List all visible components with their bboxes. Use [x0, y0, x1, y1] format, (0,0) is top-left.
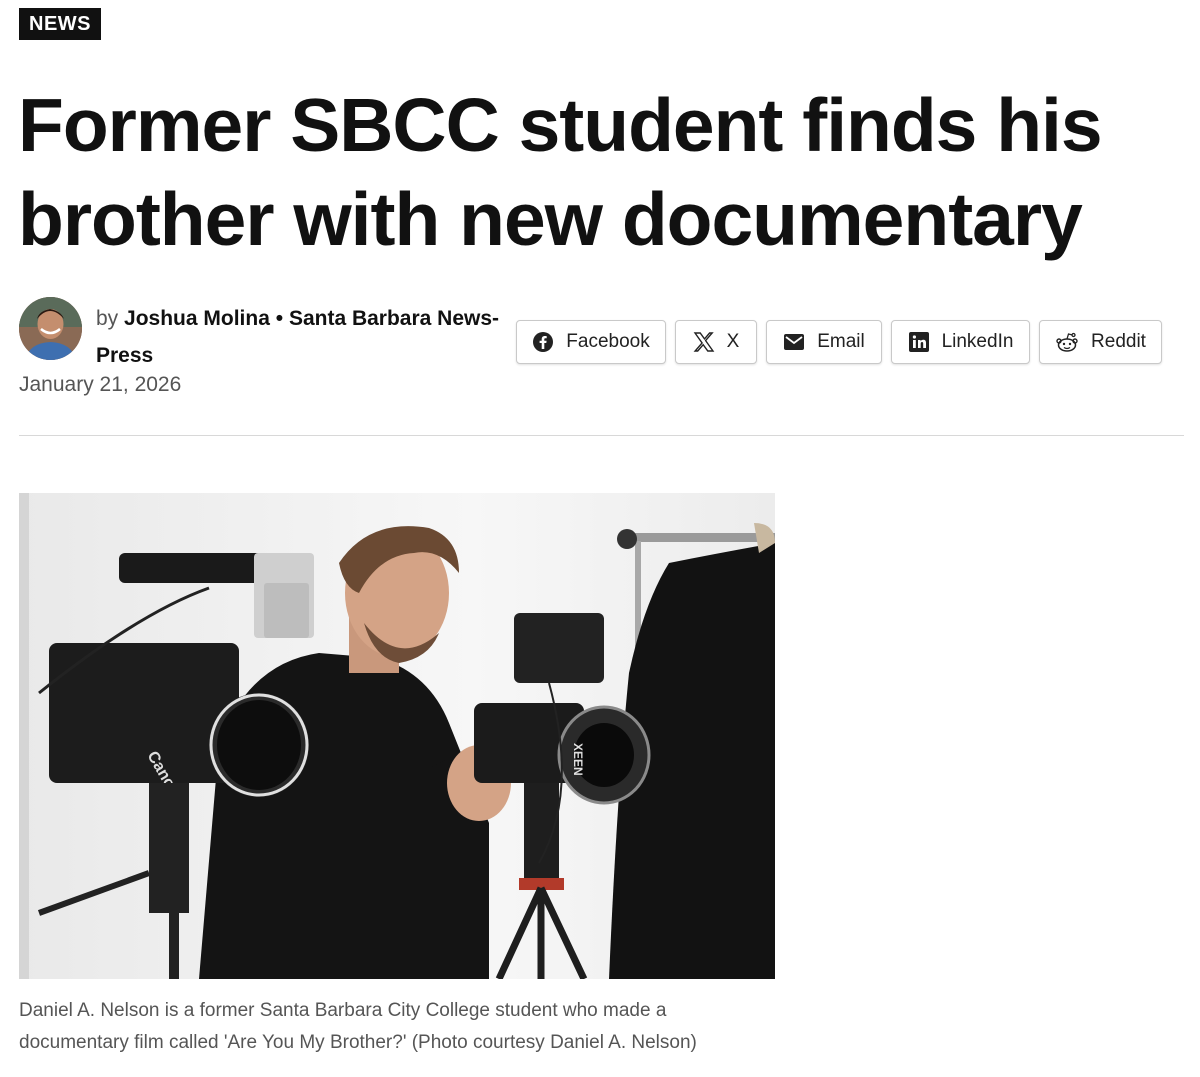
share-label: Email	[817, 331, 865, 352]
share-label: Facebook	[566, 331, 650, 352]
author-photo	[19, 297, 82, 360]
author-link[interactable]: Joshua Molina	[124, 307, 270, 330]
share-x-button[interactable]: X	[675, 320, 757, 364]
divider	[19, 435, 1184, 436]
facebook-icon	[532, 331, 554, 353]
photo-illustration: Canon XEEN	[19, 493, 775, 979]
byline-separator: •	[275, 307, 284, 330]
photo-caption: Daniel A. Nelson is a former Santa Barba…	[19, 1000, 697, 1053]
article-photo[interactable]: Canon XEEN	[19, 493, 775, 979]
x-icon	[693, 332, 715, 352]
category-badge[interactable]: NEWS	[19, 8, 101, 40]
linkedin-icon	[908, 331, 930, 353]
lens-brand-label: XEEN	[571, 743, 585, 776]
email-icon	[783, 333, 805, 351]
reddit-icon	[1055, 331, 1079, 353]
byline-prefix: by	[96, 307, 119, 330]
share-label: LinkedIn	[941, 331, 1014, 352]
share-reddit-button[interactable]: Reddit	[1039, 320, 1162, 364]
article-headline: Former SBCC student finds his brother wi…	[18, 83, 1103, 261]
share-facebook-button[interactable]: Facebook	[516, 320, 666, 364]
byline: by Joshua Molina • Santa Barbara News-Pr…	[96, 300, 516, 374]
author-avatar[interactable]	[19, 297, 82, 360]
share-label: X	[726, 331, 740, 352]
publish-date: January 21, 2026	[19, 373, 182, 396]
share-linkedin-button[interactable]: LinkedIn	[891, 320, 1030, 364]
share-label: Reddit	[1091, 331, 1146, 352]
share-email-button[interactable]: Email	[766, 320, 882, 364]
